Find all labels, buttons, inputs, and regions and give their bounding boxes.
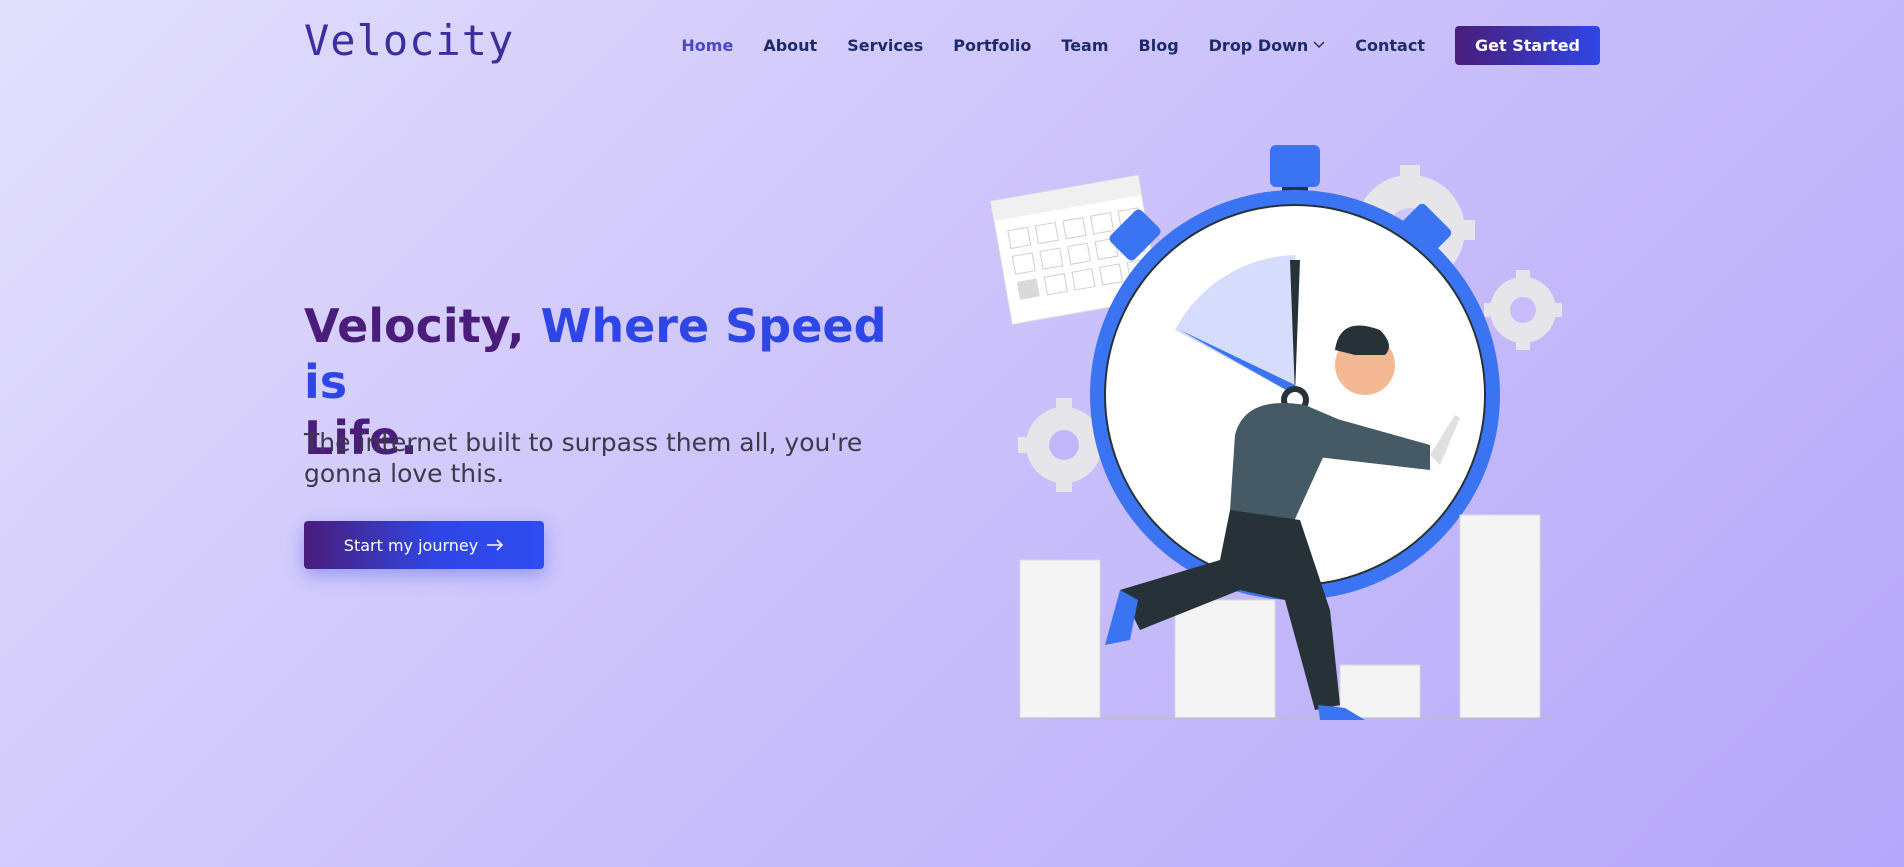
hero-subtitle: The internet built to surpass them all, … [304, 428, 863, 488]
site-logo[interactable]: Velocity [304, 16, 514, 65]
main-nav: Home About Services Portfolio Team Blog … [651, 25, 1600, 65]
get-started-button[interactable]: Get Started [1454, 25, 1600, 65]
nav-contact[interactable]: Contact [1355, 36, 1425, 55]
nav-dropdown[interactable]: Drop Down [1209, 36, 1326, 55]
site-header: Velocity Home About Services Portfolio T… [0, 0, 1904, 90]
nav-dropdown-label: Drop Down [1208, 35, 1309, 55]
nav-team[interactable]: Team [1061, 36, 1108, 55]
hero-illustration [989, 140, 1580, 730]
start-journey-button[interactable]: Start my journey [304, 521, 544, 569]
start-journey-label: Start my journey [343, 535, 479, 555]
arrow-right-icon [486, 539, 504, 551]
chevron-down-icon [1313, 41, 1325, 49]
nav-blog[interactable]: Blog [1139, 36, 1179, 55]
hero-title-part1: Velocity, [304, 299, 541, 353]
nav-about[interactable]: About [763, 36, 817, 55]
nav-home[interactable]: Home [681, 36, 733, 55]
nav-services[interactable]: Services [847, 36, 923, 55]
nav-portfolio[interactable]: Portfolio [953, 36, 1031, 55]
